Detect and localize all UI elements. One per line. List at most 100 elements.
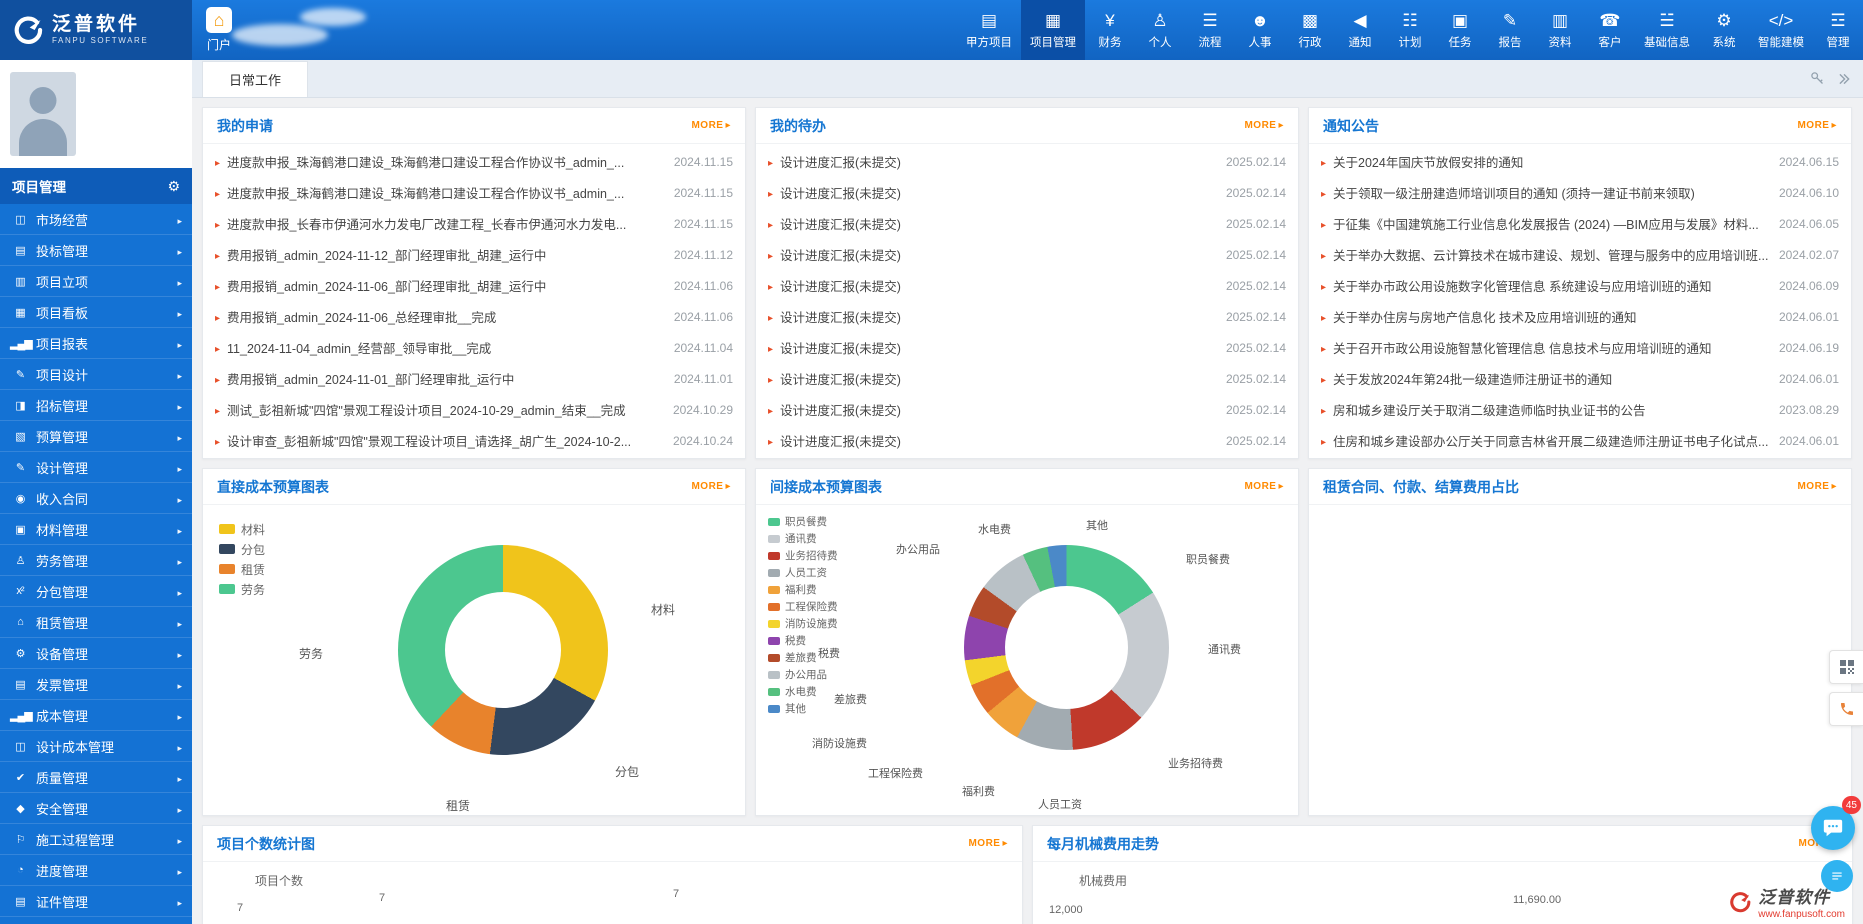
module-nav-item[interactable]: ¥ 财务 [1085,0,1135,60]
list-item[interactable]: 设计进度汇报(未提交) 2025.02.14 [756,177,1298,208]
legend-item[interactable]: 分包 [219,539,265,559]
module-nav-item[interactable]: ▦ 项目管理 [1021,0,1085,60]
sidebar-menu-item[interactable]: ▤ 投标管理 [0,235,192,266]
user-profile[interactable] [0,60,192,168]
legend-item[interactable]: 工程保险费 [768,598,838,615]
list-item[interactable]: 设计进度汇报(未提交) 2025.02.14 [756,208,1298,239]
key-icon[interactable] [1810,71,1825,86]
list-item[interactable]: 设计进度汇报(未提交) 2025.02.14 [756,425,1298,456]
legend-item[interactable]: 办公用品 [768,666,838,683]
funnel-segment[interactable]: 租赁结算26.6% [1502,701,1658,797]
legend-item[interactable]: 业务招待费 [768,547,838,564]
legend-item[interactable]: 通讯费 [768,530,838,547]
legend-item[interactable]: 人员工资 [768,564,838,581]
funnel-segment[interactable]: 租赁付款29.04% [1464,625,1696,697]
list-item[interactable]: 进度款申报_珠海鹤港口建设_珠海鹤港口建设工程合作协议书_admin_... 2… [203,146,745,177]
module-nav-item[interactable]: ▤ 甲方项目 [957,0,1021,60]
sidebar-menu-item[interactable]: ▣ 材料管理 [0,514,192,545]
list-item[interactable]: 费用报销_admin_2024-11-06_部门经理审批_胡建_运行中 2024… [203,270,745,301]
legend-item[interactable]: 水电费 [768,683,838,700]
list-item[interactable]: 测试_彭祖新城"四馆"景观工程设计项目_2024-10-29_admin_结束_… [203,394,745,425]
list-item[interactable]: 关于发放2024年第24批一级建造师注册证书的通知 2024.06.01 [1309,363,1851,394]
module-nav-item[interactable]: ♙ 个人 [1135,0,1185,60]
module-nav-item[interactable]: ☎ 客户 [1585,0,1635,60]
list-item[interactable]: 关于召开市政公用设施智慧化管理信息 信息技术与应用培训班的通知 2024.06.… [1309,332,1851,363]
more-link[interactable]: MORE [1244,481,1284,492]
more-link[interactable]: MORE [968,838,1008,849]
list-item[interactable]: 费用报销_admin_2024-11-01_部门经理审批_运行中 2024.11… [203,363,745,394]
module-nav-item[interactable]: ▥ 资料 [1535,0,1585,60]
sidebar-menu-item[interactable]: ✔ 质量管理 [0,762,192,793]
list-item[interactable]: 设计进度汇报(未提交) 2025.02.14 [756,270,1298,301]
sidebar-menu-item[interactable]: ▤ 证件管理 [0,886,192,917]
list-item[interactable]: 设计进度汇报(未提交) 2025.02.14 [756,363,1298,394]
sidebar-menu-item[interactable]: ◉ 收入合同 [0,483,192,514]
more-link[interactable]: MORE [691,120,731,131]
module-nav-item[interactable]: ◀ 通知 [1335,0,1385,60]
expand-icon[interactable] [1837,72,1851,86]
module-nav-item[interactable]: ☷ 计划 [1385,0,1435,60]
list-item[interactable]: 房和城乡建设厅关于取消二级建造师临时执业证书的公告 2023.08.29 [1309,394,1851,425]
sidebar-menu-item[interactable]: ◨ 招标管理 [0,390,192,421]
module-nav-item[interactable]: ☲ 管理 [1813,0,1863,60]
sidebar-menu-item[interactable]: ▂▄▆ 成本管理 [0,700,192,731]
sidebar-menu-item[interactable]: ▧ 预算管理 [0,421,192,452]
list-item[interactable]: 设计进度汇报(未提交) 2025.02.14 [756,239,1298,270]
legend-item[interactable]: 消防设施费 [768,615,838,632]
module-nav-item[interactable]: ☰ 流程 [1185,0,1235,60]
project-count-chart-body[interactable]: 项目个数 7 7 7 [203,862,1022,924]
module-nav-item[interactable]: ▩ 行政 [1285,0,1335,60]
legend-item[interactable]: 职员餐费 [768,513,838,530]
sidebar-menu-item[interactable]: x² 分包管理 [0,576,192,607]
list-item[interactable]: 设计进度汇报(未提交) 2025.02.14 [756,301,1298,332]
sidebar-menu-item[interactable]: ▂▄▆ 项目报表 [0,328,192,359]
module-nav-item[interactable]: ☻ 人事 [1235,0,1285,60]
sidebar-menu-item[interactable]: ✎ 设计管理 [0,452,192,483]
list-item[interactable]: 设计进度汇报(未提交) 2025.02.14 [756,146,1298,177]
qr-code-widget[interactable] [1829,650,1863,684]
legend-item[interactable]: 租赁 [219,559,265,579]
list-item[interactable]: 关于举办大数据、云计算技术在城市建设、规划、管理与服务中的应用培训班... 20… [1309,239,1851,270]
indirect-cost-donut-chart[interactable] [964,545,1169,750]
sidebar-menu-item[interactable]: ✎ 项目设计 [0,359,192,390]
sidebar-menu-item[interactable]: ⌂ 租赁管理 [0,607,192,638]
list-item[interactable]: 关于举办市政公用设施数字化管理信息 系统建设与应用培训班的通知 2024.06.… [1309,270,1851,301]
more-link[interactable]: MORE [1797,481,1837,492]
list-item[interactable]: 住房和城乡建设部办公厅关于同意吉林省开展二级建造师注册证书电子化试点... 20… [1309,425,1851,456]
list-item[interactable]: 费用报销_admin_2024-11-12_部门经理审批_胡建_运行中 2024… [203,239,745,270]
tab-daily-work[interactable]: 日常工作 [202,61,308,97]
list-item[interactable]: 进度款申报_珠海鹤港口建设_珠海鹤港口建设工程合作协议书_admin_... 2… [203,177,745,208]
list-item[interactable]: 关于2024年国庆节放假安排的通知 2024.06.15 [1309,146,1851,177]
sidebar-menu-item[interactable]: ▤ 发票管理 [0,669,192,700]
sidebar-menu-item[interactable]: ▥ 项目立项 [0,266,192,297]
sidebar-menu-item[interactable]: ♙ 劳务管理 [0,545,192,576]
list-item[interactable]: 设计审查_彭祖新城"四馆"景观工程设计项目_请选择_胡广生_2024-10-2.… [203,425,745,456]
gear-icon[interactable] [167,178,180,195]
module-nav-item[interactable]: ⚙ 系统 [1699,0,1749,60]
sidebar-menu-item[interactable]: ◫ 设计成本管理 [0,731,192,762]
legend-item[interactable]: 劳务 [219,579,265,599]
more-link[interactable]: MORE [1797,120,1837,131]
list-item[interactable]: 进度款申报_长春市伊通河水力发电厂改建工程_长春市伊通河水力发电... 2024… [203,208,745,239]
list-item[interactable]: 于征集《中国建筑施工行业信息化发展报告 (2024) —BIM应用与发展》材料.… [1309,208,1851,239]
list-item[interactable]: 设计进度汇报(未提交) 2025.02.14 [756,394,1298,425]
list-item[interactable]: 关于举办住房与房地产信息化 技术及应用培训班的通知 2024.06.01 [1309,301,1851,332]
legend-item[interactable]: 其他 [768,700,838,717]
sidebar-menu-item[interactable]: ◆ 安全管理 [0,793,192,824]
more-link[interactable]: MORE [1244,120,1284,131]
list-item[interactable]: 费用报销_admin_2024-11-06_总经理审批__完成 2024.11.… [203,301,745,332]
legend-item[interactable]: 福利费 [768,581,838,598]
direct-cost-donut-chart[interactable] [398,545,608,755]
list-item[interactable]: 关于领取一级注册建造师培训项目的通知 (须持一建证书前来领取) 2024.06.… [1309,177,1851,208]
app-logo[interactable]: 泛普软件 FANPU SOFTWARE [0,0,192,60]
sidebar-menu-item[interactable]: ◔ 进度管理 [0,855,192,886]
legend-item[interactable]: 税费 [768,632,838,649]
sidebar-menu-item[interactable]: ◫ 市场经营 [0,204,192,235]
sidebar-menu-item[interactable]: ▦ 项目看板 [0,297,192,328]
module-nav-item[interactable]: ☱ 基础信息 [1635,0,1699,60]
customer-service-widget[interactable] [1829,692,1863,726]
funnel-segment[interactable]: 租赁合同44.36% [1370,539,1790,621]
more-link[interactable]: MORE [691,481,731,492]
legend-item[interactable]: 材料 [219,519,265,539]
feedback-button[interactable] [1821,860,1853,892]
